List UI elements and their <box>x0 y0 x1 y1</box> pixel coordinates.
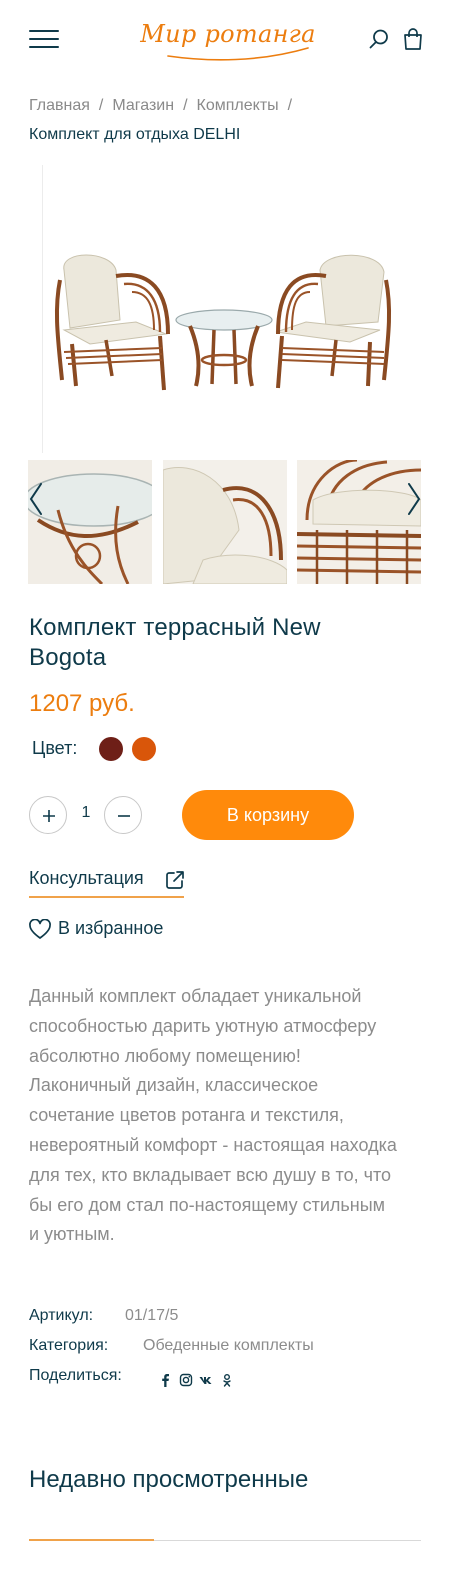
gallery-divider <box>42 165 43 453</box>
shopping-bag-icon[interactable] <box>402 27 424 51</box>
category-link[interactable]: Обеденные комплекты <box>143 1337 314 1355</box>
thumbnail-strip <box>28 460 421 584</box>
sku-value: 01/17/5 <box>125 1307 179 1324</box>
chevron-left-icon[interactable] <box>28 482 44 516</box>
quantity-decrease-button[interactable] <box>104 796 142 834</box>
breadcrumb-separator: / <box>183 97 188 114</box>
thumbnail-2[interactable] <box>163 460 287 584</box>
product-title: Комплект террасный New Bogota <box>29 614 321 671</box>
breadcrumb-shop[interactable]: Магазин <box>112 97 174 114</box>
consultation-underline <box>29 896 184 898</box>
breadcrumb-current: Комплект для отдыха DELHI <box>29 126 241 143</box>
add-to-favorites-button[interactable]: В избранное <box>58 918 163 939</box>
breadcrumb-home[interactable]: Главная <box>29 97 90 114</box>
odnoklassniki-icon[interactable] <box>220 1373 234 1387</box>
quantity-value[interactable]: 1 <box>70 804 102 822</box>
category-label: Категория: <box>29 1337 109 1354</box>
share-label: Поделиться: <box>29 1367 122 1384</box>
product-description: Данный комплект обладает уникальной спос… <box>29 986 397 1245</box>
quantity-increase-button[interactable] <box>29 796 67 834</box>
logo-swash <box>167 47 309 61</box>
vk-icon[interactable] <box>199 1373 213 1387</box>
add-to-cart-button[interactable]: В корзину <box>182 790 354 840</box>
recently-viewed-title: Недавно просмотренные <box>29 1466 309 1493</box>
recently-viewed-accent <box>29 1539 154 1541</box>
chevron-right-icon[interactable] <box>406 482 422 516</box>
facebook-icon[interactable] <box>158 1373 172 1387</box>
thumbnail-3[interactable] <box>297 460 421 584</box>
breadcrumb-separator: / <box>98 97 104 114</box>
sku-label: Артикул: <box>29 1307 94 1324</box>
minus-icon <box>118 815 130 817</box>
breadcrumb: Главная / Магазин / Комплекты / <box>29 96 429 116</box>
consultation-label: Консультация <box>29 868 144 888</box>
color-label: Цвет: <box>32 738 78 758</box>
thumbnail-1[interactable] <box>28 460 152 584</box>
breadcrumb-separator: / <box>287 97 293 114</box>
search-icon[interactable] <box>368 28 390 50</box>
breadcrumb-sets[interactable]: Комплекты <box>197 97 279 114</box>
color-swatch-orange[interactable] <box>132 737 156 761</box>
product-main-image[interactable] <box>50 240 400 420</box>
plus-icon <box>43 810 55 822</box>
external-link-icon[interactable] <box>165 870 185 890</box>
instagram-icon[interactable] <box>179 1373 193 1387</box>
product-price: 1207 руб. <box>29 690 135 717</box>
menu-button[interactable] <box>29 28 59 50</box>
color-swatch-dark-brown[interactable] <box>99 737 123 761</box>
heart-icon[interactable] <box>29 918 51 941</box>
site-logo[interactable]: Мир ротанга <box>140 18 316 64</box>
